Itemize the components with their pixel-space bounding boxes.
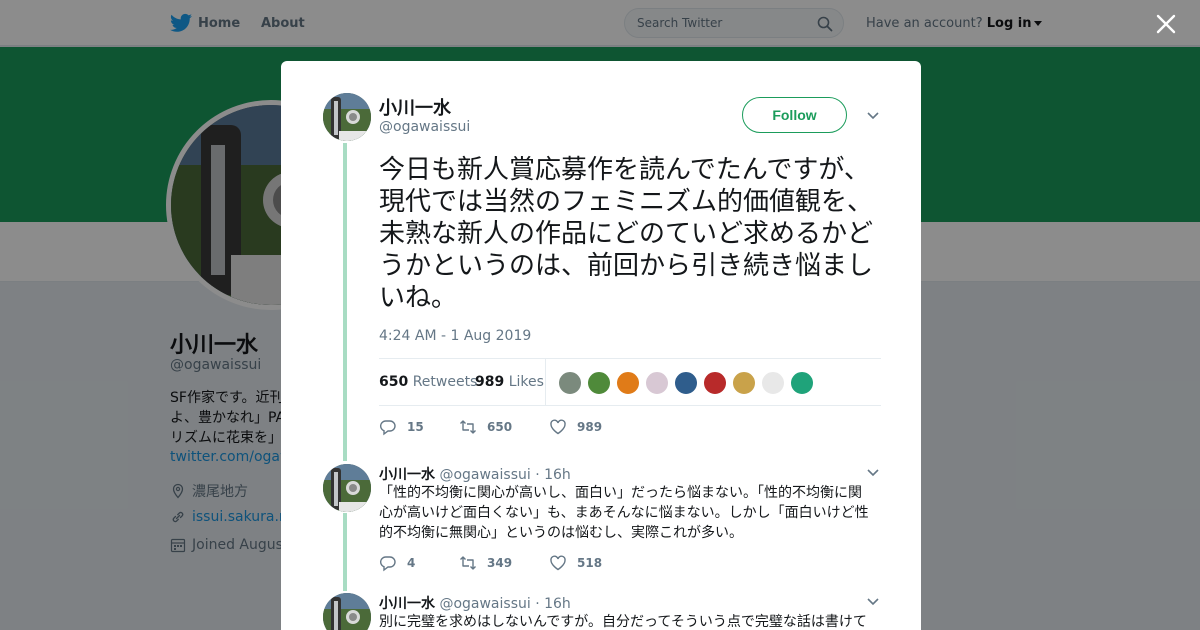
liker-avatar[interactable] — [761, 371, 785, 395]
retweet-count: 650 — [487, 420, 513, 434]
reply-time[interactable]: · 16h — [535, 596, 571, 612]
like-count: 518 — [577, 556, 603, 570]
retweets-count: 650 — [379, 374, 409, 390]
reply-text: 別に完璧を求めはしないんですが。自分だってそういう点で完璧な話は書けて — [379, 614, 867, 630]
tweet-stats: 650 Retweets 989 Likes — [379, 358, 881, 406]
chevron-down-icon[interactable] — [866, 468, 880, 478]
likes-stat[interactable]: 989 Likes — [475, 374, 544, 390]
reply-count: 4 — [407, 556, 416, 570]
reply-text: 「性的不均衡に関心が高いし、面白い」だったら悩まない。「性的不均衡に関心が高いけ… — [379, 485, 869, 541]
avatar[interactable] — [323, 93, 371, 141]
chevron-down-icon[interactable] — [866, 111, 880, 121]
tweet-actions: 15 650 989 — [379, 418, 602, 436]
reply-header: 小川一水 @ogawaissui · 16h — [379, 593, 571, 613]
tweet-timestamp[interactable]: 4:24 AM - 1 Aug 2019 — [379, 328, 531, 344]
thread-line — [343, 513, 347, 591]
reply-icon — [380, 420, 396, 436]
reply-time[interactable]: · 16h — [535, 467, 571, 483]
retweet-icon — [460, 556, 476, 570]
liker-avatar[interactable] — [616, 371, 640, 395]
reply-actions: 4 349 518 — [379, 554, 602, 572]
retweets-label: Retweets — [412, 374, 478, 390]
reply-button[interactable]: 4 — [379, 554, 459, 572]
retweet-button[interactable]: 650 — [459, 418, 549, 436]
reply-header: 小川一水 @ogawaissui · 16h — [379, 464, 571, 484]
retweet-icon — [460, 420, 476, 434]
tweet-author-name[interactable]: 小川一水 — [379, 94, 451, 120]
reply-author-name[interactable]: 小川一水 — [379, 596, 435, 612]
likes-count: 989 — [475, 374, 505, 390]
like-count: 989 — [577, 420, 603, 434]
reply-author-handle[interactable]: @ogawaissui — [439, 467, 530, 483]
thread-line — [343, 143, 347, 461]
liker-avatar[interactable] — [674, 371, 698, 395]
liker-avatars — [558, 371, 814, 395]
stats-divider — [545, 359, 546, 406]
reply-count: 15 — [407, 420, 424, 434]
liker-avatar[interactable] — [587, 371, 611, 395]
liker-avatar[interactable] — [645, 371, 669, 395]
reply-icon — [380, 556, 396, 572]
liker-avatar[interactable] — [790, 371, 814, 395]
heart-icon — [550, 555, 566, 571]
tweet-author-handle[interactable]: @ogawaissui — [379, 119, 470, 135]
tweet-modal: 小川一水 @ogawaissui Follow 今日も新人賞応募作を読んでたんで… — [281, 61, 921, 630]
close-icon[interactable] — [1156, 14, 1176, 34]
likes-label: Likes — [508, 374, 544, 390]
liker-avatar[interactable] — [703, 371, 727, 395]
avatar[interactable] — [323, 464, 371, 512]
liker-avatar[interactable] — [558, 371, 582, 395]
chevron-down-icon[interactable] — [866, 597, 880, 607]
heart-icon — [550, 419, 566, 435]
follow-button[interactable]: Follow — [742, 97, 847, 133]
tweet-text: 今日も新人賞応募作を読んでたんですが、現代では当然のフェミニズム的価値観を、未熟… — [379, 155, 874, 313]
retweet-count: 349 — [487, 556, 513, 570]
reply-button[interactable]: 15 — [379, 418, 459, 436]
like-button[interactable]: 989 — [549, 418, 602, 436]
avatar[interactable] — [323, 593, 371, 630]
reply-author-name[interactable]: 小川一水 — [379, 467, 435, 483]
like-button[interactable]: 518 — [549, 554, 602, 572]
retweets-stat[interactable]: 650 Retweets — [379, 374, 477, 390]
retweet-button[interactable]: 349 — [459, 554, 549, 572]
liker-avatar[interactable] — [732, 371, 756, 395]
reply-author-handle[interactable]: @ogawaissui — [439, 596, 530, 612]
